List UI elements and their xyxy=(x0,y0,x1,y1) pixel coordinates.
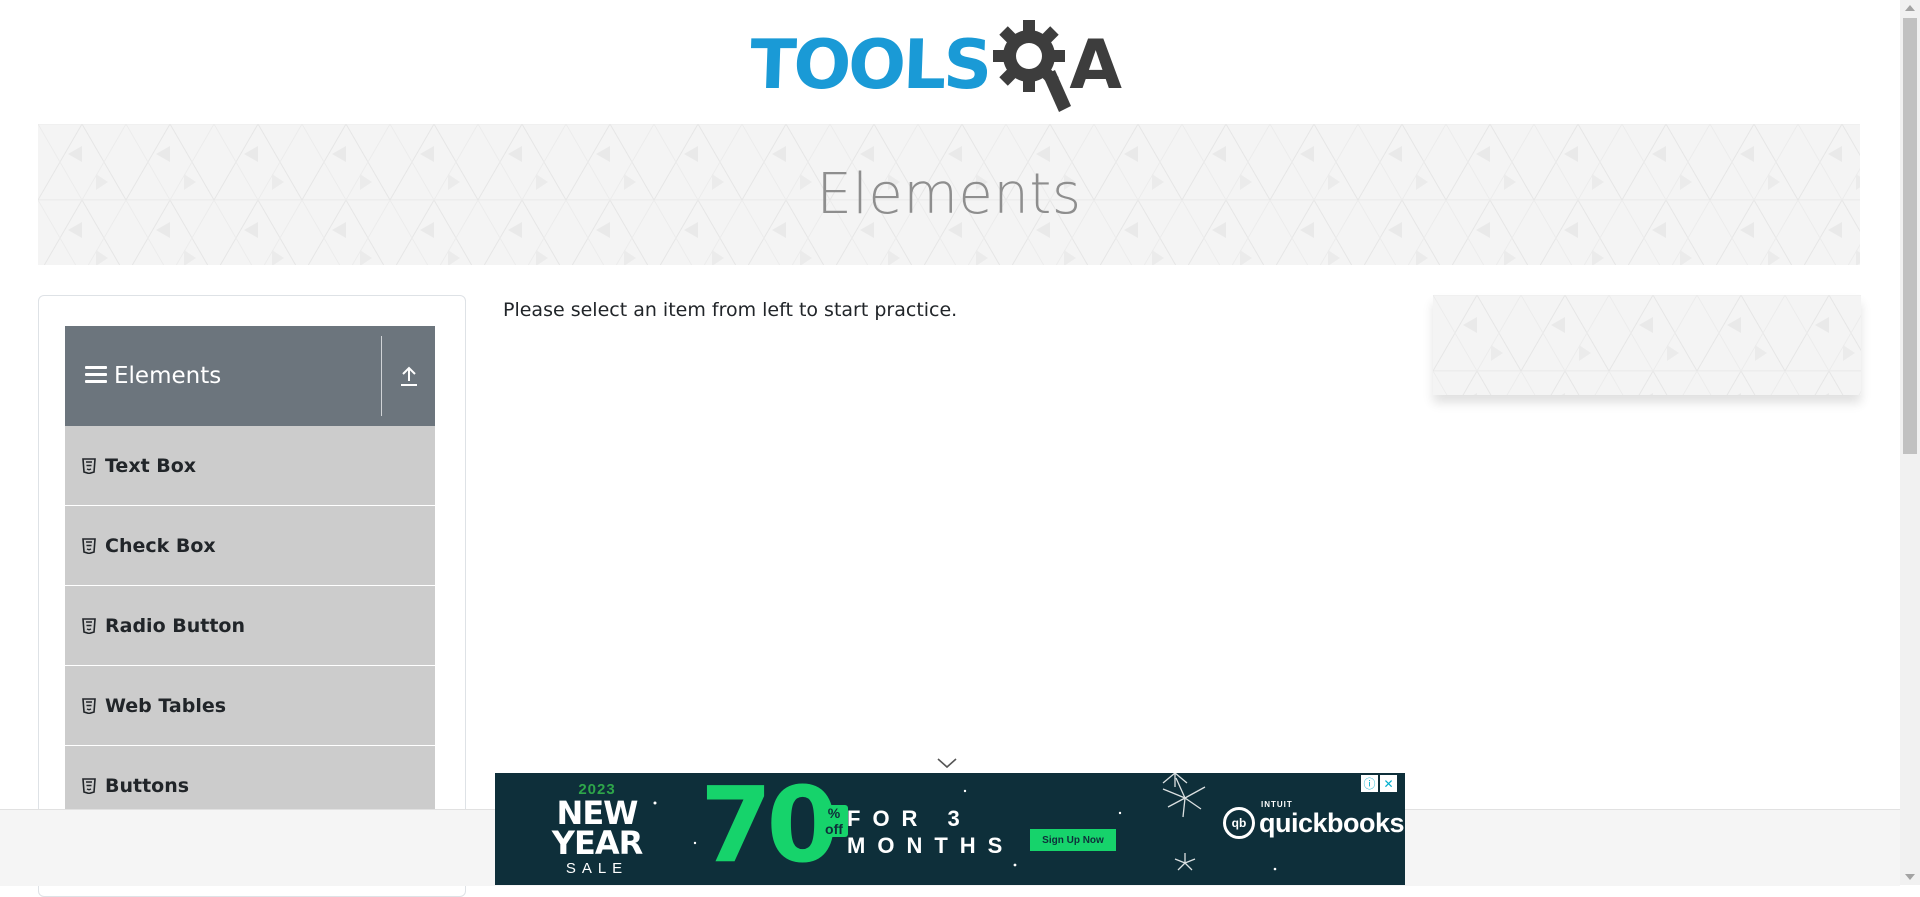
advertisement-banner[interactable]: ⓘ ✕ 2023 NEW YEAR SALE 70 % off FOR 3 MO… xyxy=(495,773,1405,885)
elements-menu: Text Box Check Box Radio Button Web Tabl… xyxy=(65,426,435,826)
group-title: Elements xyxy=(114,363,222,389)
scroll-thumb[interactable] xyxy=(1903,18,1917,454)
ad-offer-line2: MONTHS xyxy=(847,833,1015,858)
gear-icon xyxy=(993,20,1072,112)
chevron-down-icon[interactable] xyxy=(936,756,958,770)
ad-offer-line1: FOR 3 xyxy=(847,806,972,831)
logo-tools-text: TOOLS xyxy=(748,26,991,105)
qb-icon: qb xyxy=(1223,807,1255,839)
site-logo[interactable]: TOOLS A xyxy=(748,18,1155,114)
menu-item-label: Radio Button xyxy=(105,614,245,637)
hamburger-icon xyxy=(85,366,107,386)
brand-name: quickbooks xyxy=(1259,807,1405,838)
html5-icon xyxy=(82,457,96,474)
page-title: Elements xyxy=(816,162,1082,227)
html5-icon xyxy=(82,697,96,714)
practice-instruction: Please select an item from left to start… xyxy=(503,299,958,321)
info-icon[interactable]: ⓘ xyxy=(1361,775,1378,792)
ad-line2: YEAR xyxy=(551,824,643,862)
scroll-down-arrow-icon[interactable] xyxy=(1905,874,1915,880)
html5-icon xyxy=(82,617,96,634)
vertical-scrollbar[interactable] xyxy=(1900,0,1920,885)
logo-a-text: A xyxy=(1069,26,1122,105)
scroll-up-arrow-icon[interactable] xyxy=(1905,5,1915,11)
menu-item-label: Check Box xyxy=(105,534,216,557)
menu-item-web-tables[interactable]: Web Tables xyxy=(65,666,435,746)
sign-up-button[interactable]: Sign Up Now xyxy=(1030,829,1116,851)
brand-prefix: INTUIT xyxy=(1261,799,1293,809)
ad-new-year-sale: 2023 NEW YEAR SALE xyxy=(522,781,672,877)
left-panel: Elements Text Box Check Box Radio Button… xyxy=(38,295,466,897)
menu-item-label: Buttons xyxy=(105,774,190,797)
triangle-pattern xyxy=(1433,295,1861,395)
collapse-group-button[interactable] xyxy=(383,326,435,426)
quickbooks-logo: qb INTUIT quickbooks xyxy=(1223,800,1405,839)
html5-icon xyxy=(82,777,96,794)
ad-discount: 70 xyxy=(700,773,839,885)
side-ad-placeholder xyxy=(1433,295,1861,395)
collapse-up-arrow-icon xyxy=(401,366,417,386)
menu-item-text-box[interactable]: Text Box xyxy=(65,426,435,506)
close-icon[interactable]: ✕ xyxy=(1380,775,1397,792)
ad-discount-suffix: % off xyxy=(820,805,848,837)
menu-item-radio-button[interactable]: Radio Button xyxy=(65,586,435,666)
divider xyxy=(381,336,382,416)
ad-line3: SALE xyxy=(565,860,629,877)
elements-group-header[interactable]: Elements xyxy=(65,326,435,426)
menu-item-label: Text Box xyxy=(105,454,197,477)
menu-item-label: Web Tables xyxy=(105,694,227,717)
menu-item-check-box[interactable]: Check Box xyxy=(65,506,435,586)
page-banner: Elements xyxy=(38,124,1860,265)
html5-icon xyxy=(82,537,96,554)
